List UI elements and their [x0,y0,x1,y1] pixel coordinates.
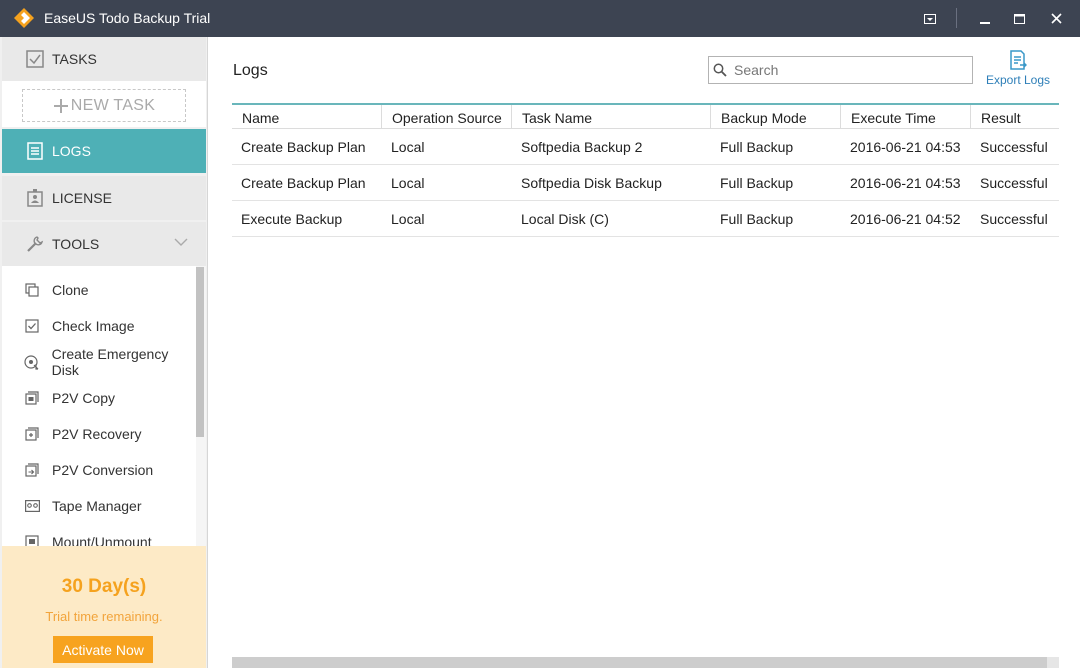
p2v-conversion-icon [24,462,40,478]
tool-item-label: P2V Conversion [52,462,154,478]
tool-item-label: Tape Manager [52,498,142,514]
close-icon [1050,13,1062,24]
sidebar-item-tools[interactable]: TOOLS [2,222,206,266]
sidebar: TASKS NEW TASK LOGS LICENSE TOOLS Clone [0,37,208,668]
tasks-icon [26,50,44,68]
column-header-operation-source[interactable]: Operation Source [382,105,512,129]
horizontal-scrollbar-thumb[interactable] [232,657,1047,668]
column-header-execute-time[interactable]: Execute Time [841,105,971,129]
tool-item-mount-unmount[interactable]: Mount/Unmount [2,524,196,546]
cell-execute-time: 2016-06-21 04:53 [850,139,961,155]
sidebar-item-label: LOGS [52,143,91,159]
check-image-icon [24,318,40,334]
sidebar-item-license[interactable]: LICENSE [2,176,206,220]
app-logo-icon [14,8,34,28]
tool-item-p2v-recovery[interactable]: P2V Recovery [2,416,196,452]
tool-item-clone[interactable]: Clone [2,272,196,308]
cell-result: Successful [980,211,1048,227]
cell-name: Create Backup Plan [241,139,366,155]
tool-item-label: P2V Copy [52,390,116,406]
new-task-area: NEW TASK [2,81,206,127]
column-header-task-name[interactable]: Task Name [512,105,711,129]
tool-item-p2v-conversion[interactable]: P2V Conversion [2,452,196,488]
sidebar-item-tasks[interactable]: TASKS [2,37,206,81]
sidebar-item-logs[interactable]: LOGS [2,129,206,173]
p2v-recovery-icon [24,426,40,442]
tool-item-label: Clone [52,282,89,298]
export-logs-button[interactable]: Export Logs [983,48,1053,92]
new-task-button[interactable]: NEW TASK [22,89,186,122]
logs-table: Name Operation Source Task Name Backup M… [232,103,1059,237]
column-header-name[interactable]: Name [232,105,382,129]
tool-item-label: Mount/Unmount [52,534,152,546]
emergency-disk-icon [24,354,40,370]
table-row[interactable]: Create Backup Plan Local Softpedia Backu… [232,129,1059,165]
maximize-icon [1013,13,1025,24]
cell-backup-mode: Full Backup [720,211,794,227]
tool-item-label: Check Image [52,318,135,334]
minimize-icon [980,21,990,24]
sidebar-item-label: TOOLS [52,236,100,252]
trial-days: 30 Day(s) [61,576,147,597]
plus-icon [53,98,68,113]
cell-name: Execute Backup [241,211,343,227]
cell-result: Successful [980,139,1048,155]
table-row[interactable]: Execute Backup Local Local Disk (C) Full… [232,201,1059,237]
cell-result: Successful [980,175,1048,191]
export-logs-label: Export Logs [985,73,1051,87]
activate-now-button[interactable]: Activate Now [53,636,153,663]
menu-button[interactable] [908,0,952,37]
cell-operation-source: Local [391,175,425,191]
sidebar-item-label: LICENSE [52,190,112,206]
table-row[interactable]: Create Backup Plan Local Softpedia Disk … [232,165,1059,201]
wrench-icon [26,235,44,253]
export-logs-icon [1010,50,1027,70]
cell-name: Create Backup Plan [241,175,366,191]
cell-execute-time: 2016-06-21 04:52 [850,211,961,227]
cell-backup-mode: Full Backup [720,139,794,155]
cell-backup-mode: Full Backup [720,175,794,191]
clone-icon [24,282,40,298]
dropdown-menu-icon [924,13,936,24]
search-input[interactable] [734,62,964,78]
tool-item-label: P2V Recovery [52,426,142,442]
cell-task-name: Softpedia Backup 2 [521,139,643,155]
horizontal-scrollbar-track[interactable] [1047,657,1059,668]
new-task-label: NEW TASK [70,96,156,114]
page-title: Logs [233,62,268,79]
tools-list: Clone Check Image Create Emergency Disk … [2,266,206,546]
window-title: EaseUS Todo Backup Trial [44,10,211,26]
logs-icon [26,142,44,160]
table-header: Name Operation Source Task Name Backup M… [232,103,1059,129]
chevron-down-icon [174,238,188,246]
sidebar-item-label: TASKS [52,51,97,67]
tool-item-check-image[interactable]: Check Image [2,308,196,344]
close-button[interactable] [1034,0,1078,37]
cell-task-name: Local Disk (C) [521,211,609,227]
column-header-result[interactable]: Result [971,105,1059,129]
tool-item-create-emergency-disk[interactable]: Create Emergency Disk [2,344,196,380]
mount-icon [24,534,40,546]
p2v-copy-icon [24,390,40,406]
tape-manager-icon [24,498,40,514]
title-bar: EaseUS Todo Backup Trial [0,0,1080,37]
cell-operation-source: Local [391,139,425,155]
trial-panel: 30 Day(s) Trial time remaining. Activate… [2,546,206,668]
trial-remaining-text: Trial time remaining. [45,609,163,624]
tool-item-p2v-copy[interactable]: P2V Copy [2,380,196,416]
cell-operation-source: Local [391,211,425,227]
cell-execute-time: 2016-06-21 04:53 [850,175,961,191]
license-icon [26,189,44,207]
cell-task-name: Softpedia Disk Backup [521,175,662,191]
search-icon [712,62,728,78]
titlebar-separator [956,8,957,28]
column-header-backup-mode[interactable]: Backup Mode [711,105,841,129]
tool-item-tape-manager[interactable]: Tape Manager [2,488,196,524]
sidebar-scrollbar-thumb[interactable] [196,267,204,437]
tool-item-label: Create Emergency Disk [51,346,169,378]
search-box[interactable] [708,56,973,84]
